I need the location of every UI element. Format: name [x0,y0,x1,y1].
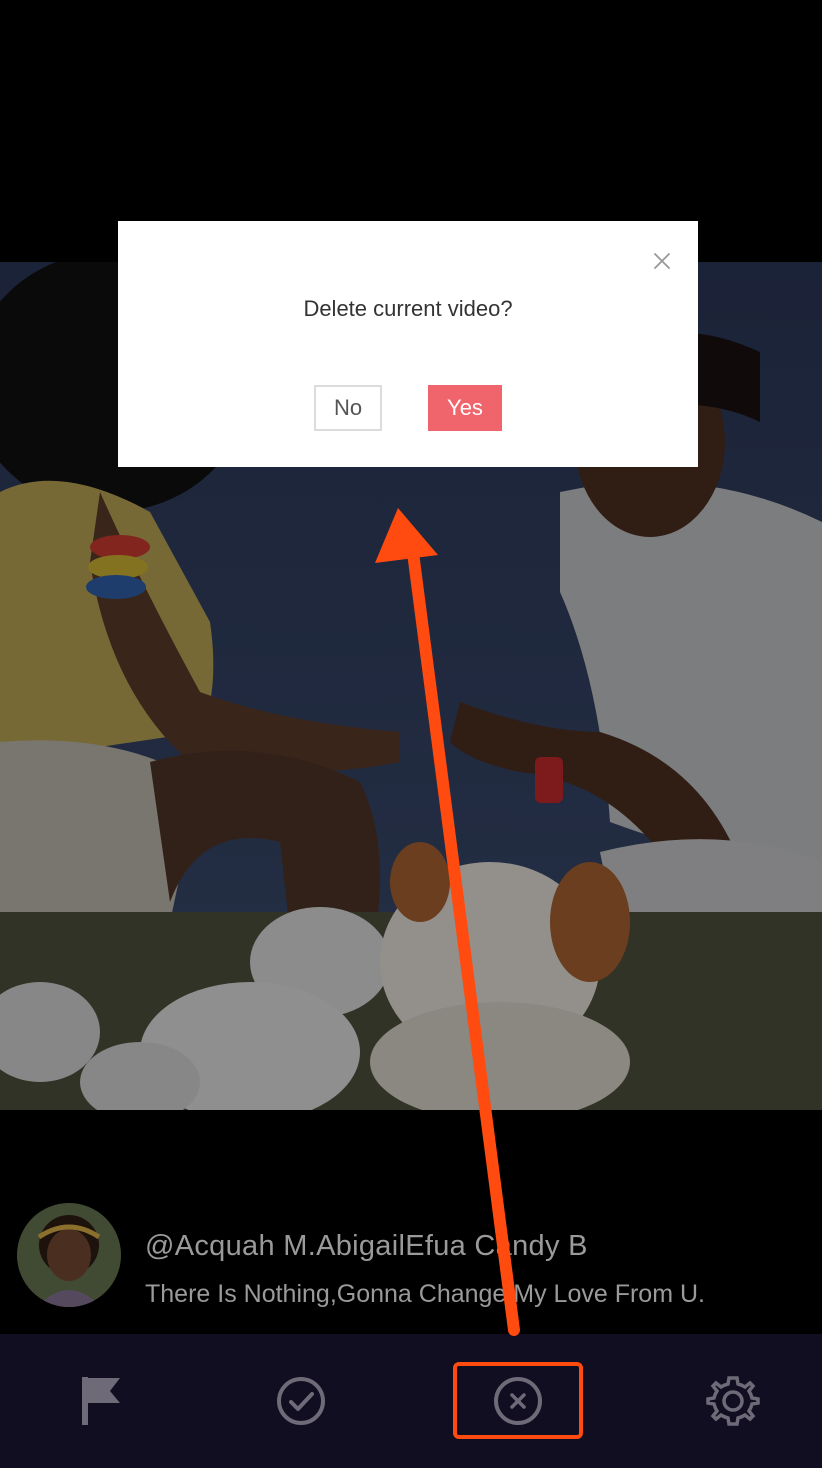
no-button[interactable]: No [314,385,382,431]
report-button[interactable] [0,1334,205,1468]
video-info: @Acquah M.AbigailEfua Candy B There Is N… [0,1200,822,1330]
close-icon [654,253,670,269]
video-username[interactable]: @Acquah M.AbigailEfua Candy B [145,1230,588,1263]
bottom-toolbar [0,1334,822,1468]
settings-button[interactable] [630,1334,822,1468]
avatar-image [17,1203,121,1307]
dialog-message: Delete current video? [303,296,513,321]
dialog-close-button[interactable] [650,249,674,273]
annotation-highlight-box [453,1362,583,1439]
check-circle-icon [276,1377,325,1425]
approve-button[interactable] [198,1334,403,1468]
avatar[interactable] [17,1203,121,1307]
flag-icon [81,1377,120,1425]
delete-confirm-dialog [118,221,698,467]
gear-icon [705,1376,760,1426]
video-caption: There Is Nothing,Gonna Change My Love Fr… [145,1280,705,1308]
yes-button[interactable]: Yes [428,385,502,431]
